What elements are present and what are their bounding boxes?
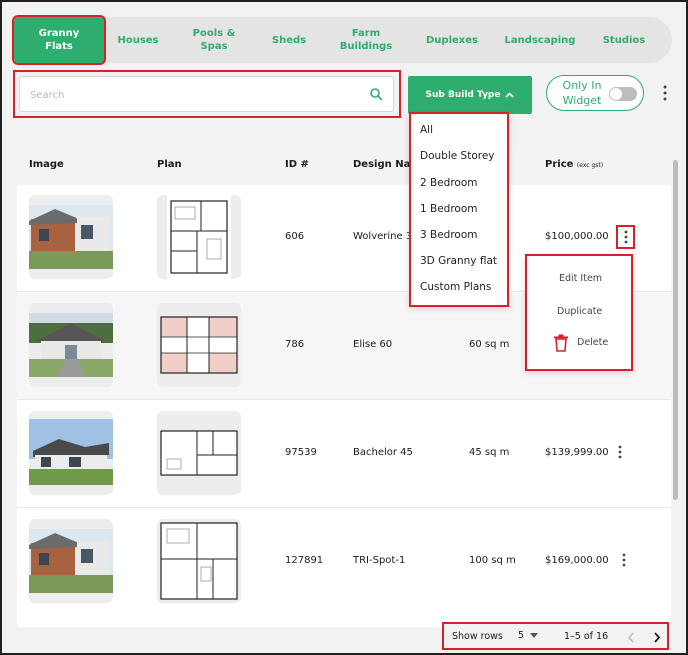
tab-sheds[interactable]: Sheds <box>264 17 314 63</box>
app-frame: Granny Flats Houses Pools & Spas Sheds F… <box>0 0 688 655</box>
house-image <box>29 529 113 593</box>
row-id: 127891 <box>285 555 324 566</box>
row-id: 606 <box>285 231 305 242</box>
floor-plan-thumbnail <box>157 411 241 495</box>
duplicate-button[interactable]: Duplicate <box>557 306 602 317</box>
header-price-note: (exc gst) <box>576 162 604 169</box>
category-tab-bar: Granny Flats Houses Pools & Spas Sheds F… <box>12 15 672 65</box>
sub-build-type-menu: All Double Storey 2 Bedroom 1 Bedroom 3 … <box>409 112 509 307</box>
house-thumbnail <box>29 519 113 603</box>
menu-item-3-bedroom[interactable]: 3 Bedroom <box>420 229 478 241</box>
toggle-switch[interactable] <box>609 87 637 101</box>
row-design-name: Bachelor 45 <box>353 447 413 458</box>
next-page-icon[interactable] <box>653 632 661 643</box>
header-price-label: Price <box>545 159 574 170</box>
caret-down-icon <box>530 633 539 638</box>
house-image <box>29 205 113 269</box>
table-row[interactable]: 127891 TRI-Spot-1 100 sq m $169,000.00 <box>17 509 671 627</box>
rows-per-page-select[interactable]: 5 <box>518 630 539 641</box>
row-price: $100,000.00 <box>545 231 609 242</box>
floor-plan-thumbnail <box>157 195 241 279</box>
more-options-icon[interactable] <box>658 84 672 102</box>
tab-label: Sheds <box>271 34 307 46</box>
previous-page-icon[interactable] <box>627 632 635 643</box>
rows-per-page-value: 5 <box>518 630 525 641</box>
search-highlight <box>13 70 401 118</box>
header-plan: Plan <box>157 159 182 170</box>
menu-item-all[interactable]: All <box>420 124 433 136</box>
tab-farm-buildings[interactable]: Farm Buildings <box>336 17 396 63</box>
search-box <box>19 76 394 112</box>
header-price: Price (exc gst) <box>545 159 603 170</box>
floor-plan-thumbnail <box>157 519 241 603</box>
chevron-up-icon <box>505 92 515 98</box>
row-price: $139,999.00 <box>545 447 609 458</box>
only-in-widget-label: Only In Widget <box>562 79 602 107</box>
row-more-options-icon[interactable] <box>618 552 630 568</box>
tab-label: Granny Flats <box>38 28 80 52</box>
designs-table: Image Plan ID # Design Nam Price (exc gs… <box>17 145 671 627</box>
tab-duplexes[interactable]: Duplexes <box>418 17 486 63</box>
house-thumbnail <box>29 195 113 279</box>
page-range: 1–5 of 16 <box>564 631 609 642</box>
row-area: 45 sq m <box>469 447 510 458</box>
row-id: 786 <box>285 339 305 350</box>
floor-plan-image <box>160 430 238 476</box>
table-row[interactable]: 97539 Bachelor 45 45 sq m $139,999.00 <box>17 401 671 508</box>
tab-label: Houses <box>117 34 159 46</box>
row-id: 97539 <box>285 447 317 458</box>
floor-plan-image <box>167 195 231 279</box>
table-header: Image Plan ID # Design Nam Price (exc gs… <box>17 145 671 185</box>
menu-item-custom-plans[interactable]: Custom Plans <box>420 281 491 293</box>
pagination-bar: Show rows 5 1–5 of 16 <box>442 622 669 650</box>
header-id: ID # <box>285 159 309 170</box>
row-more-options-icon[interactable] <box>614 444 626 460</box>
tab-label: Farm Buildings <box>339 28 393 52</box>
row-design-name: TRI-Spot-1 <box>353 555 406 566</box>
row-more-options-icon[interactable] <box>621 229 631 245</box>
delete-button[interactable]: Delete <box>577 337 608 348</box>
show-rows-label: Show rows <box>452 631 503 642</box>
floor-plan-image <box>160 522 238 600</box>
header-image: Image <box>29 159 64 170</box>
edit-item-button[interactable]: Edit Item <box>559 273 602 284</box>
tab-landscaping[interactable]: Landscaping <box>502 17 578 63</box>
search-icon[interactable] <box>369 87 383 101</box>
row-kebab-highlight <box>616 225 635 249</box>
only-in-widget-toggle[interactable]: Only In Widget <box>546 75 644 111</box>
sub-build-type-button[interactable]: Sub Build Type <box>408 76 532 114</box>
tab-pools-spas[interactable]: Pools & Spas <box>186 17 242 63</box>
search-input[interactable] <box>30 85 350 105</box>
tab-label: Pools & Spas <box>192 28 236 52</box>
menu-item-2-bedroom[interactable]: 2 Bedroom <box>420 177 478 189</box>
trash-icon <box>554 334 568 352</box>
floor-plan-image <box>160 316 238 374</box>
table-scrollbar[interactable] <box>673 160 678 500</box>
sub-build-type-label: Sub Build Type <box>425 90 501 100</box>
row-design-name: Wolverine 3 <box>353 231 413 242</box>
menu-item-3d-granny-flat[interactable]: 3D Granny flat <box>420 255 497 267</box>
row-design-name: Elise 60 <box>353 339 393 350</box>
house-thumbnail <box>29 303 113 387</box>
row-action-menu: Edit Item Duplicate Delete <box>525 254 633 371</box>
row-price: $169,000.00 <box>545 555 609 566</box>
tab-houses[interactable]: Houses <box>108 17 168 63</box>
menu-item-double-storey[interactable]: Double Storey <box>420 150 495 162</box>
row-area: 100 sq m <box>469 555 516 566</box>
tab-label: Studios <box>602 34 646 46</box>
tab-granny-flats[interactable]: Granny Flats <box>12 15 106 65</box>
row-area: 60 sq m <box>469 339 510 350</box>
house-image <box>29 419 113 485</box>
house-image <box>29 313 113 377</box>
menu-item-1-bedroom[interactable]: 1 Bedroom <box>420 203 478 215</box>
tab-studios[interactable]: Studios <box>596 17 652 63</box>
house-thumbnail <box>29 411 113 495</box>
tab-label: Landscaping <box>504 34 576 46</box>
tab-label: Duplexes <box>426 34 478 46</box>
floor-plan-thumbnail <box>157 303 241 387</box>
